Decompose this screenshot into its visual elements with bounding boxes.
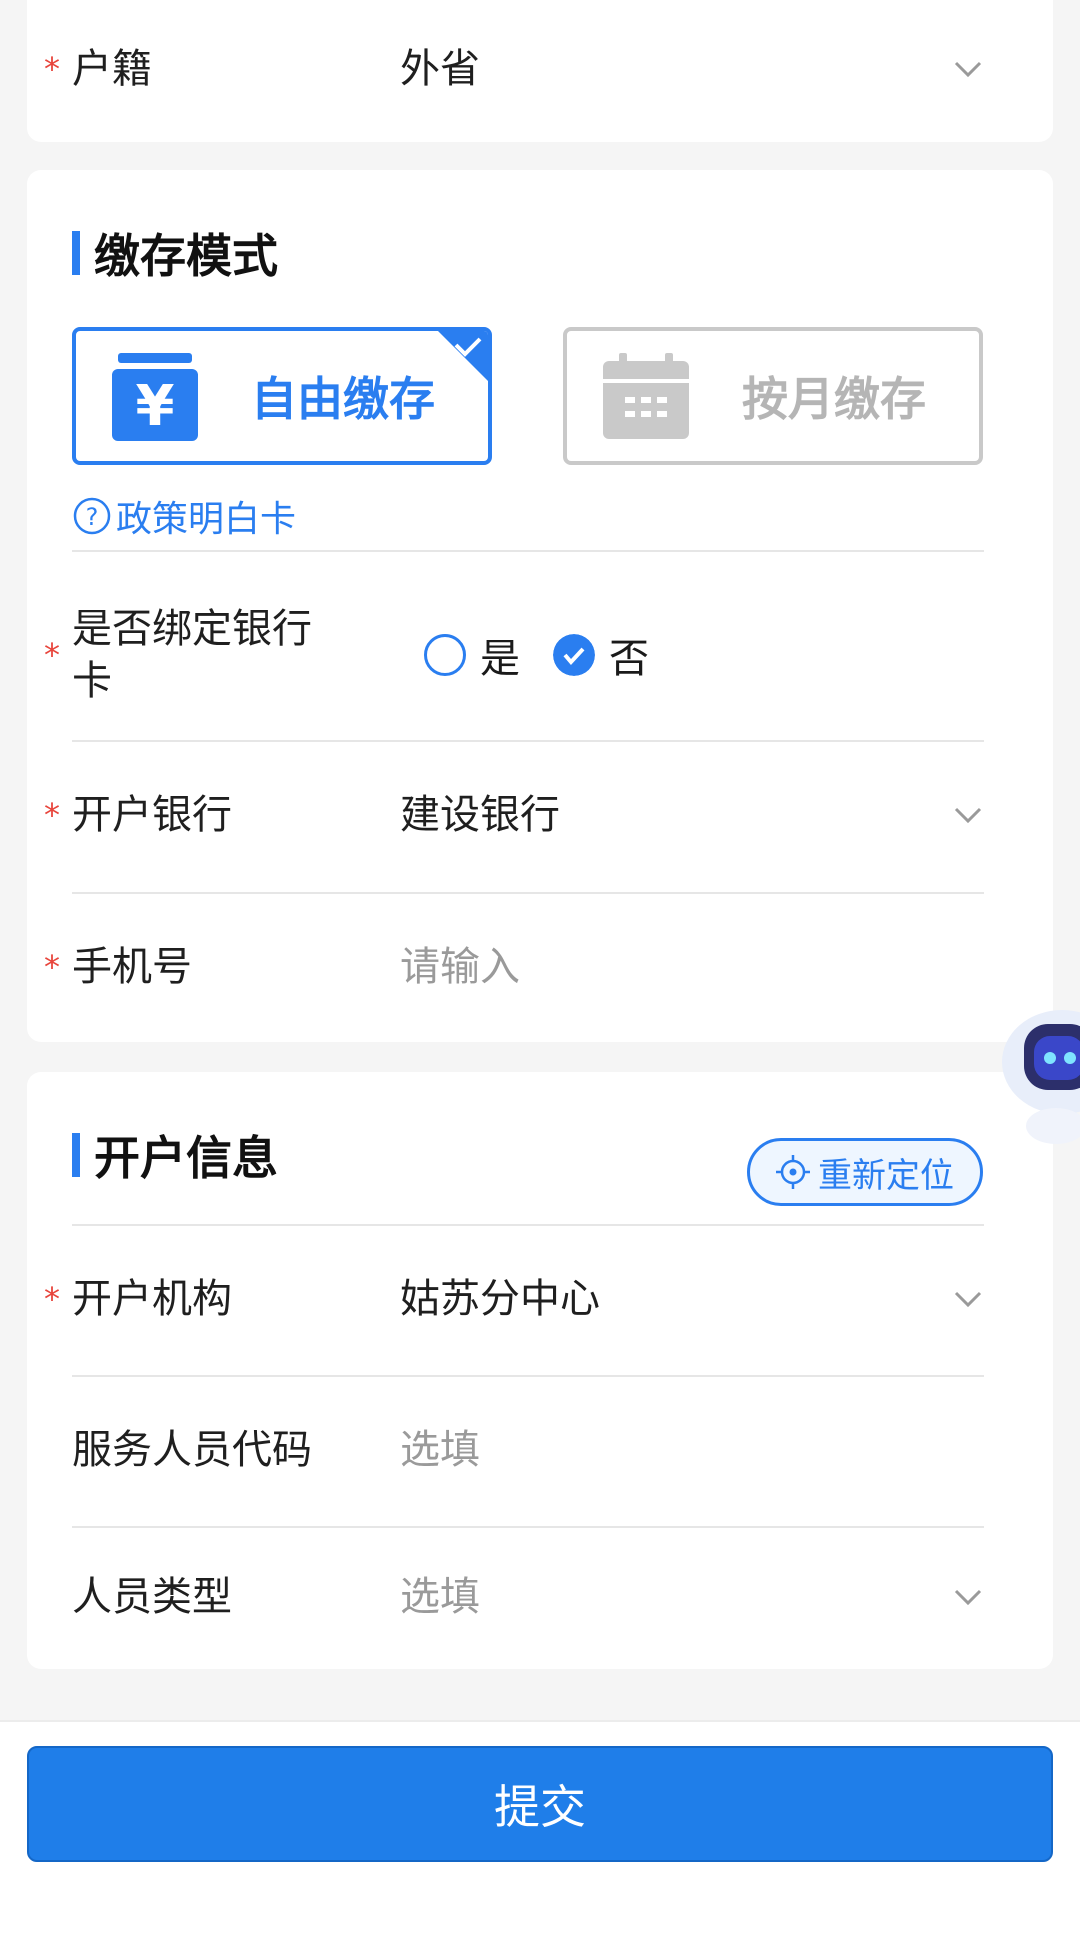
- mode-free-button[interactable]: ¥ 自由缴存: [72, 327, 492, 465]
- phone-label: 手机号: [72, 944, 192, 990]
- divider: [72, 892, 984, 894]
- deposit-title-text: 缴存模式: [94, 229, 278, 283]
- mode-free-label: 自由缴存: [251, 372, 435, 426]
- person-type-label-wrap: 人员类型: [72, 1571, 372, 1623]
- footer-bar: 提交: [0, 1720, 1080, 1960]
- mode-monthly-label: 按月缴存: [742, 372, 926, 426]
- service-code-input[interactable]: 选填: [400, 1424, 480, 1476]
- institution-label: 开户机构: [72, 1276, 232, 1322]
- chevron-down-icon: [954, 1291, 982, 1308]
- divider: [72, 1375, 984, 1377]
- account-section-title: 开户信息: [72, 1122, 278, 1188]
- radio-no-label: 否: [609, 636, 649, 682]
- required-mark: *: [44, 948, 60, 986]
- svg-text:?: ?: [86, 503, 99, 531]
- household-card: * 户籍 外省: [27, 0, 1053, 142]
- household-row[interactable]: * 户籍 外省: [44, 24, 984, 114]
- check-icon: [438, 331, 488, 381]
- bind-card-label: 是否绑定银行卡: [72, 606, 312, 704]
- required-mark: *: [44, 1280, 60, 1318]
- radio-yes-label: 是: [480, 636, 520, 682]
- required-mark: *: [44, 636, 60, 674]
- phone-row: * 手机号 请输入: [44, 912, 984, 1022]
- relocate-button[interactable]: 重新定位: [747, 1138, 983, 1206]
- deposit-card: 缴存模式 ¥ 自由缴存 按月缴存 ? 政策明白卡 * 是否绑定银行卡 是 否 *…: [27, 170, 1053, 1042]
- radio-no-option[interactable]: 否: [553, 626, 649, 684]
- radio-no-checked-icon[interactable]: [553, 634, 595, 676]
- service-code-label: 服务人员代码: [72, 1427, 312, 1473]
- question-circle-icon: ?: [73, 497, 111, 535]
- institution-value: 姑苏分中心: [400, 1276, 600, 1322]
- household-label: 户籍: [72, 46, 152, 92]
- divider: [72, 740, 984, 742]
- bank-value: 建设银行: [400, 792, 560, 838]
- bank-label: 开户银行: [72, 792, 232, 838]
- chevron-down-icon: [954, 807, 982, 824]
- service-code-label-wrap: 服务人员代码: [72, 1424, 372, 1476]
- yuan-wallet-icon: ¥: [112, 353, 198, 441]
- policy-link-label: 政策明白卡: [116, 499, 297, 540]
- relocate-label: 重新定位: [818, 1155, 954, 1196]
- section-bar: [72, 1133, 80, 1177]
- chevron-down-icon: [954, 1589, 982, 1606]
- account-title-text: 开户信息: [94, 1131, 278, 1185]
- bind-card-row: * 是否绑定银行卡 是 否: [44, 570, 984, 740]
- phone-label-wrap: * 手机号: [44, 941, 372, 993]
- required-mark: *: [44, 50, 60, 88]
- bank-row[interactable]: * 开户银行 建设银行: [44, 760, 984, 870]
- institution-row[interactable]: * 开户机构 姑苏分中心: [44, 1244, 984, 1354]
- chevron-down-icon: [954, 61, 982, 78]
- divider: [72, 1526, 984, 1528]
- mode-monthly-button[interactable]: 按月缴存: [563, 327, 983, 465]
- deposit-section-title: 缴存模式: [72, 220, 278, 286]
- institution-label-wrap: * 开户机构: [44, 1273, 372, 1325]
- locate-target-icon: [776, 1155, 810, 1189]
- person-type-value: 选填: [400, 1574, 480, 1620]
- person-type-label: 人员类型: [72, 1574, 232, 1620]
- phone-input[interactable]: 请输入: [400, 941, 520, 993]
- person-type-row[interactable]: 人员类型 选填: [72, 1542, 984, 1652]
- radio-yes-option[interactable]: 是: [424, 626, 520, 684]
- household-value: 外省: [400, 46, 480, 92]
- bank-label-wrap: * 开户银行: [44, 789, 372, 841]
- bind-card-label-wrap: * 是否绑定银行卡: [44, 603, 342, 707]
- divider: [72, 1224, 984, 1226]
- household-label-wrap: * 户籍: [44, 43, 372, 95]
- svg-text:¥: ¥: [136, 374, 175, 439]
- policy-link[interactable]: ? 政策明白卡: [72, 490, 296, 542]
- submit-button[interactable]: 提交: [27, 1746, 1053, 1862]
- account-card: 开户信息 重新定位 * 开户机构 姑苏分中心 服务人员代码 选填 人员类型 选填: [27, 1072, 1053, 1669]
- assistant-robot-icon[interactable]: [1000, 1000, 1080, 1150]
- required-mark: *: [44, 796, 60, 834]
- service-code-row: 服务人员代码 选填: [72, 1395, 984, 1505]
- divider: [72, 550, 984, 552]
- calendar-icon: [603, 353, 689, 439]
- radio-yes[interactable]: [424, 634, 466, 676]
- section-bar: [72, 231, 80, 275]
- submit-label: 提交: [494, 1780, 586, 1834]
